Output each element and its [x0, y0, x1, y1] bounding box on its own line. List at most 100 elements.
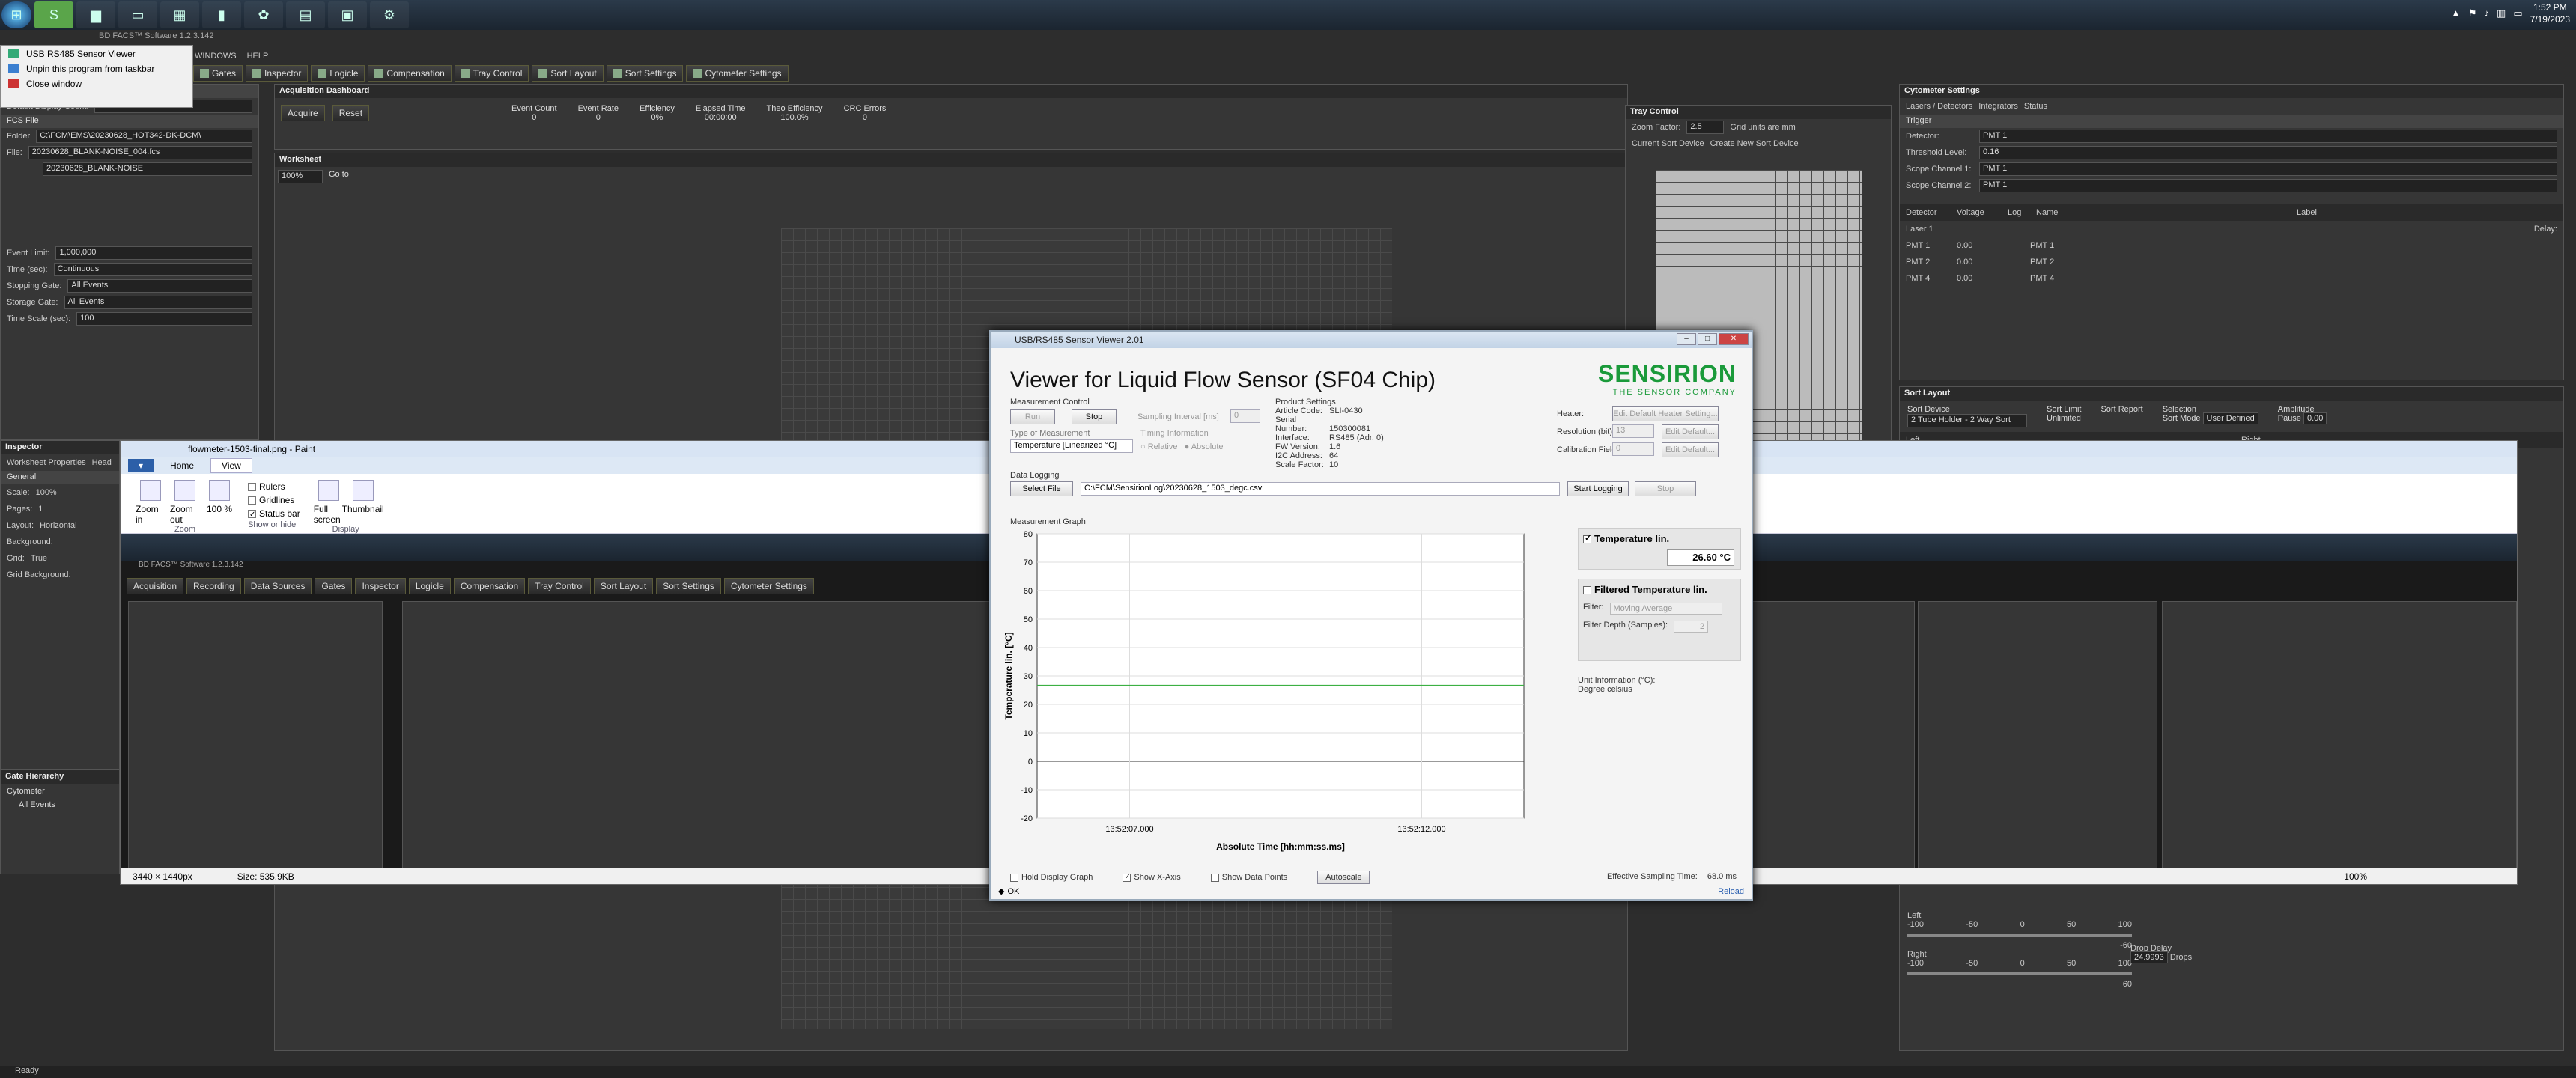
pmt-label[interactable]: PMT 4 [2030, 274, 2054, 283]
nested-tb-recording[interactable]: Recording [186, 578, 241, 594]
folder-taskbar-icon[interactable]: ▆ [76, 1, 115, 28]
edit-heater-button[interactable]: Edit Default Heater Setting... [1612, 406, 1719, 421]
hold-display-checkbox[interactable] [1010, 873, 1018, 882]
stop-button[interactable]: Stop [1072, 409, 1117, 424]
nested-tb-tray-control[interactable]: Tray Control [528, 578, 591, 594]
settings-taskbar-icon[interactable]: ⚙ [370, 1, 409, 28]
sort-device-select[interactable]: 2 Tube Holder - 2 Way Sort [1907, 414, 2027, 427]
tb-tray-control[interactable]: Tray Control [454, 65, 529, 82]
paint-tab-view[interactable]: View [210, 458, 252, 473]
jumplist-item-open[interactable]: USB RS485 Sensor Viewer [1, 46, 192, 61]
photos-taskbar-icon[interactable]: ▣ [328, 1, 367, 28]
amplitude-input[interactable]: 0.00 [2303, 412, 2327, 424]
pmt-label[interactable]: PMT 1 [2030, 241, 2054, 250]
pages-value[interactable]: 1 [38, 505, 43, 514]
rulers-checkbox[interactable]: Rulers [248, 480, 300, 493]
folder-field[interactable]: C:\FCM\EMS\20230628_HOT342-DK-DCM\ [36, 130, 252, 143]
speaker-icon[interactable]: ♪ [2485, 7, 2490, 19]
drop-delay-input[interactable]: 24.9993 [2130, 951, 2168, 963]
event-limit-select[interactable]: 1,000,000 [55, 246, 252, 260]
acquire-button[interactable]: Acquire [281, 105, 325, 121]
tab-lasers-detectors[interactable]: Lasers / Detectors [1906, 102, 1972, 111]
tab-current-sort-device[interactable]: Current Sort Device [1632, 139, 1704, 148]
edit-calibration-button[interactable]: Edit Default... [1662, 442, 1719, 457]
gate-cytometer[interactable]: Cytometer [1, 784, 119, 799]
nested-tb-logicle[interactable]: Logicle [408, 578, 451, 594]
tab-create-new-sort-device[interactable]: Create New Sort Device [1710, 139, 1799, 148]
scope1-select[interactable]: PMT 1 [1979, 162, 2557, 176]
worksheet-zoom[interactable]: 100% [278, 170, 323, 183]
nested-tb-cytometer-settings[interactable]: Cytometer Settings [723, 578, 814, 594]
unlimited-label[interactable]: Unlimited [2047, 414, 2081, 423]
jumplist-item-close[interactable]: Close window [1, 76, 192, 91]
file-field[interactable]: 20230628_BLANK-NOISE_004.fcs [28, 146, 252, 159]
tab-head[interactable]: Head [92, 458, 112, 467]
relative-radio[interactable]: ○ [1140, 442, 1148, 451]
run-button[interactable]: Run [1010, 409, 1055, 424]
network-taskbar-icon[interactable]: ▦ [160, 1, 199, 28]
prefix-field[interactable]: 20230628_BLANK-NOISE [43, 162, 252, 176]
nested-tb-sort-layout[interactable]: Sort Layout [593, 578, 654, 594]
nested-tb-data-sources[interactable]: Data Sources [243, 578, 312, 594]
stop-logging-button[interactable]: Stop [1635, 481, 1696, 496]
sampling-interval-input[interactable]: 0 [1230, 409, 1260, 423]
select-file-button[interactable]: Select File [1010, 481, 1073, 496]
scale-value[interactable]: 100% [36, 488, 57, 497]
pmt-name[interactable]: PMT 2 [1906, 258, 1951, 267]
flag-icon[interactable]: ⚑ [2468, 7, 2477, 19]
resolution-select[interactable]: 13 [1612, 424, 1654, 438]
tb-logicle[interactable]: Logicle [311, 65, 365, 82]
network-icon[interactable]: ▥ [2497, 7, 2506, 19]
menu-help[interactable]: HELP [247, 52, 269, 61]
pmt-voltage[interactable]: 0.00 [1957, 241, 2024, 250]
storage-gate-select[interactable]: All Events [64, 296, 252, 309]
log-path-field[interactable]: C:\FCM\SensirionLog\20230628_1503_degc.c… [1081, 482, 1560, 496]
doc-taskbar-icon[interactable]: ▤ [286, 1, 325, 28]
reload-link[interactable]: Reload [1718, 887, 1744, 896]
left-slider-track[interactable] [1907, 934, 2132, 937]
minimize-button[interactable]: – [1677, 333, 1696, 345]
tab-integrators[interactable]: Integrators [1978, 102, 2018, 111]
gate-all-events[interactable]: All Events [1, 799, 119, 811]
edit-resolution-button[interactable]: Edit Default... [1662, 424, 1719, 439]
right-slider-track[interactable] [1907, 972, 2132, 975]
full-screen-button[interactable]: Full screen [314, 480, 344, 525]
show-data-points-option[interactable]: Show Data Points [1210, 873, 1287, 882]
pmt-voltage[interactable]: 0.00 [1957, 258, 2024, 267]
battery-icon[interactable]: ▭ [2513, 7, 2522, 19]
flower-taskbar-icon[interactable]: ✿ [244, 1, 283, 28]
sort-report-label[interactable]: Sort Report [2100, 405, 2142, 414]
arrow-up-icon[interactable]: ▲ [2451, 7, 2461, 19]
detector-select[interactable]: PMT 1 [1979, 130, 2557, 143]
zoom-100-button[interactable]: 100 % [204, 480, 234, 525]
calibration-select[interactable]: 0 [1612, 442, 1654, 456]
paint-file-tab[interactable]: ▾ [128, 459, 154, 472]
layout-value[interactable]: Horizontal [40, 521, 77, 530]
sort-mode-select[interactable]: User Defined [2202, 412, 2258, 424]
zoom-factor-select[interactable]: 2.5 [1686, 121, 1725, 134]
hold-display-option[interactable]: Hold Display Graph [1010, 873, 1093, 882]
pmt-name[interactable]: PMT 4 [1906, 274, 1951, 283]
start-button[interactable]: ⊞ [1, 1, 31, 28]
start-logging-button[interactable]: Start Logging [1567, 481, 1629, 496]
menu-windows[interactable]: WINDOWS [195, 52, 237, 61]
tb-gates[interactable]: Gates [193, 65, 243, 82]
time-select[interactable]: Continuous [53, 263, 252, 276]
tb-sort-layout[interactable]: Sort Layout [532, 65, 604, 82]
time-scale-select[interactable]: 100 [76, 312, 252, 326]
reset-button[interactable]: Reset [332, 105, 370, 121]
tab-status[interactable]: Status [2024, 102, 2047, 111]
nested-tb-sort-settings[interactable]: Sort Settings [656, 578, 721, 594]
nested-tb-inspector[interactable]: Inspector [355, 578, 406, 594]
maximize-button[interactable]: □ [1698, 333, 1717, 345]
folder-label[interactable]: Folder [7, 132, 30, 141]
gridlines-checkbox[interactable]: Gridlines [248, 493, 300, 507]
close-button[interactable]: ✕ [1719, 333, 1749, 345]
sensirion-taskbar-icon[interactable]: S [34, 1, 73, 28]
filtered-checkbox[interactable] [1583, 586, 1591, 595]
scope2-select[interactable]: PMT 1 [1979, 179, 2557, 192]
zoom-out-button[interactable]: Zoom out [170, 480, 200, 525]
zoom-in-button[interactable]: Zoom in [136, 480, 165, 525]
tb-cytometer-settings[interactable]: Cytometer Settings [686, 65, 789, 82]
tb-inspector[interactable]: Inspector [246, 65, 309, 82]
